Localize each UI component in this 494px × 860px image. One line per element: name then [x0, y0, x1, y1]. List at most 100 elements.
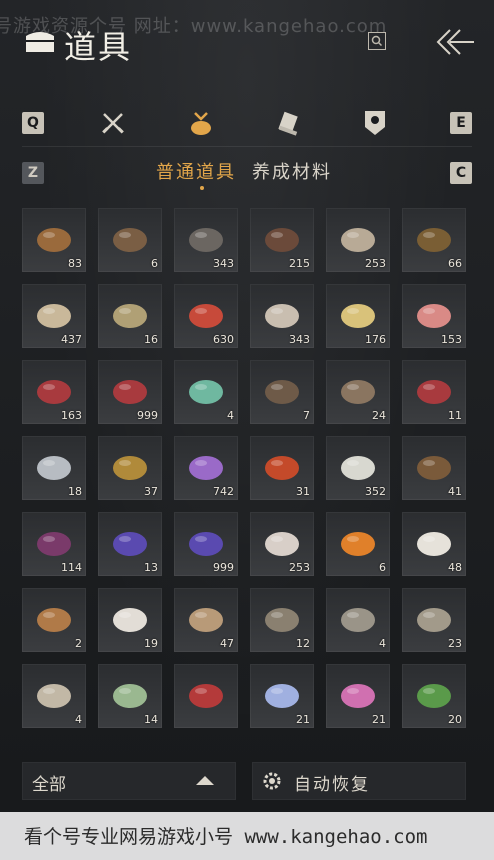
lavender-icon	[189, 532, 223, 556]
item-slot[interactable]: 253	[326, 208, 390, 272]
salmon-icon	[37, 456, 71, 480]
insect-icon	[417, 228, 451, 252]
item-count: 31	[296, 485, 310, 498]
item-slot[interactable]: 6	[326, 512, 390, 576]
berries-icon	[189, 304, 223, 328]
item-count: 18	[68, 485, 82, 498]
sub-tabs: Z 普通道具 养成材料 C	[22, 158, 472, 190]
badge-icon	[365, 111, 385, 135]
item-count: 47	[220, 637, 234, 650]
item-slot[interactable]: 4	[174, 360, 238, 424]
item-slot[interactable]: 176	[326, 284, 390, 348]
item-slot[interactable]: 7	[250, 360, 314, 424]
tab-next-key[interactable]: E	[450, 112, 472, 134]
item-slot[interactable]: 2	[22, 588, 86, 652]
item-slot[interactable]: 24	[326, 360, 390, 424]
steak-icon	[417, 380, 451, 404]
fish-icon	[113, 304, 147, 328]
item-slot[interactable]: 437	[22, 284, 86, 348]
item-slot[interactable]: 20	[402, 664, 466, 728]
tab-scroll[interactable]	[274, 108, 304, 138]
item-count: 20	[448, 713, 462, 726]
item-count: 999	[213, 561, 234, 574]
item-slot[interactable]: 153	[402, 284, 466, 348]
item-slot[interactable]: 215	[250, 208, 314, 272]
subtab-materials-label: 养成材料	[252, 162, 332, 183]
item-count: 11	[448, 409, 462, 422]
item-count: 343	[289, 333, 310, 346]
subtab-prev-key[interactable]: Z	[22, 162, 44, 184]
item-count: 253	[365, 257, 386, 270]
item-slot[interactable]: 14	[98, 664, 162, 728]
item-slot[interactable]: 11	[402, 360, 466, 424]
tab-badge[interactable]	[360, 108, 390, 138]
item-slot[interactable]: 83	[22, 208, 86, 272]
item-slot[interactable]: 352	[326, 436, 390, 500]
item-count: 253	[289, 561, 310, 574]
item-slot[interactable]: 47	[174, 588, 238, 652]
tab-prev-key[interactable]: Q	[22, 112, 44, 134]
item-slot[interactable]: 18	[22, 436, 86, 500]
item-slot[interactable]: 13	[98, 512, 162, 576]
red-herb-icon	[189, 684, 223, 708]
item-slot[interactable]: 253	[250, 512, 314, 576]
item-slot[interactable]: 21	[326, 664, 390, 728]
item-count: 163	[61, 409, 82, 422]
item-count: 6	[379, 561, 386, 574]
item-slot[interactable]: 23	[402, 588, 466, 652]
item-slot[interactable]: 343	[250, 284, 314, 348]
subtab-next-key[interactable]: C	[450, 162, 472, 184]
item-count: 153	[441, 333, 462, 346]
feathers-icon	[265, 380, 299, 404]
item-slot[interactable]: 4	[22, 664, 86, 728]
item-count: 24	[372, 409, 386, 422]
item-count: 4	[379, 637, 386, 650]
subtab-normal-items[interactable]: 普通道具	[156, 158, 236, 190]
item-count: 19	[144, 637, 158, 650]
item-slot[interactable]: 12	[250, 588, 314, 652]
item-slot[interactable]: 37	[98, 436, 162, 500]
item-count: 215	[289, 257, 310, 270]
item-slot[interactable]: 343	[174, 208, 238, 272]
item-slot[interactable]: 41	[402, 436, 466, 500]
agate-icon	[265, 456, 299, 480]
watermark-bottom-text: 看个号专业网易游戏小号 www.kangehao.com	[24, 826, 428, 848]
mushrooms-icon	[265, 304, 299, 328]
item-slot[interactable]: 6	[98, 208, 162, 272]
item-count: 37	[144, 485, 158, 498]
item-slot[interactable]: 999	[174, 512, 238, 576]
item-count: 83	[68, 257, 82, 270]
item-slot[interactable]: 630	[174, 284, 238, 348]
item-slot[interactable]: 66	[402, 208, 466, 272]
fur-icon	[37, 608, 71, 632]
item-slot[interactable]: 114	[22, 512, 86, 576]
feather-icon	[265, 228, 299, 252]
auto-recover-label: 自动恢复	[294, 775, 370, 795]
item-slot[interactable]: 19	[98, 588, 162, 652]
item-count: 12	[296, 637, 310, 650]
back-arrow-icon[interactable]	[432, 24, 476, 60]
tab-weapons[interactable]	[98, 108, 128, 138]
item-slot[interactable]: 21	[250, 664, 314, 728]
item-count: 41	[448, 485, 462, 498]
item-slot[interactable]: 163	[22, 360, 86, 424]
item-slot[interactable]	[174, 664, 238, 728]
item-slot[interactable]: 16	[98, 284, 162, 348]
grouper-icon	[341, 608, 375, 632]
tab-supplies[interactable]	[186, 108, 216, 138]
item-slot[interactable]: 48	[402, 512, 466, 576]
search-icon[interactable]	[368, 32, 386, 50]
filter-dropdown[interactable]: 全部	[22, 762, 236, 800]
subtab-materials[interactable]: 养成材料	[252, 158, 332, 184]
item-slot[interactable]: 4	[326, 588, 390, 652]
item-slot[interactable]: 742	[174, 436, 238, 500]
auto-recover-button[interactable]: 自动恢复	[252, 762, 466, 800]
green-herb-icon	[417, 684, 451, 708]
grain-sack-icon	[37, 304, 71, 328]
header: 道具	[22, 20, 478, 68]
item-slot[interactable]: 999	[98, 360, 162, 424]
item-slot[interactable]: 31	[250, 436, 314, 500]
item-count: 66	[448, 257, 462, 270]
white-flower-icon	[265, 532, 299, 556]
logs-icon	[113, 228, 147, 252]
